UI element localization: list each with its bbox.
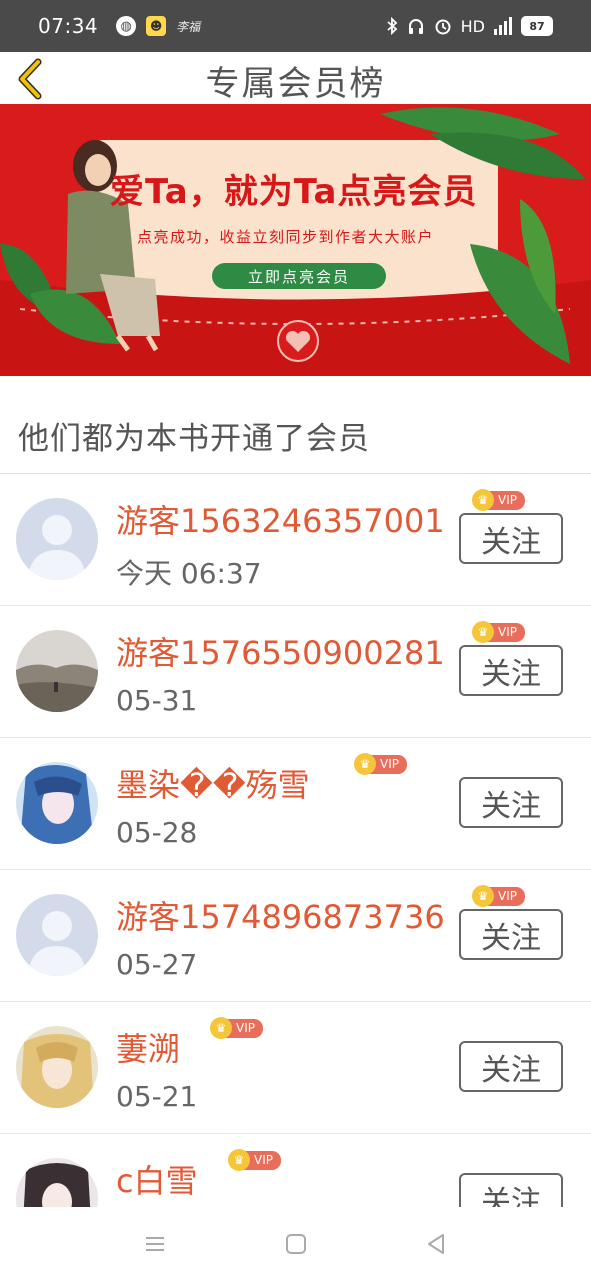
landscape-photo	[16, 630, 98, 712]
bluetooth-icon	[387, 17, 397, 35]
home-square-icon[interactable]	[283, 1231, 309, 1257]
activate-membership-button[interactable]: 立即点亮会员	[212, 263, 386, 289]
follow-button[interactable]: 关注	[459, 909, 563, 960]
avatar[interactable]	[16, 1026, 98, 1108]
status-bar: 07:34 ◍ ☻ 李福 HD 87	[0, 0, 591, 52]
avatar[interactable]	[16, 894, 98, 976]
avatar[interactable]	[16, 762, 98, 844]
member-list: 游客1563246357001 ♛ VIP 今天 06:37 关注 游客1576…	[0, 474, 591, 1266]
member-name-line: 萋溯	[116, 1024, 180, 1068]
hd-indicator: HD	[460, 16, 485, 36]
default-avatar-icon	[16, 894, 98, 976]
member-name-line: 游客1576550900281	[116, 628, 445, 672]
crown-icon: ♛	[354, 753, 376, 775]
member-row[interactable]: 墨染��殇雪 ♛ VIP 05-28 关注	[0, 738, 591, 870]
anime-blonde-hair	[16, 1026, 98, 1108]
member-row[interactable]: 游客1576550900281 ♛ VIP 05-31 关注	[0, 606, 591, 738]
status-time: 07:34	[38, 14, 99, 38]
promo-banner[interactable]: 爱Ta，就为Ta点亮会员 点亮成功，收益立刻同步到作者大大账户 立即点亮会员	[0, 104, 591, 376]
banner-title: 爱Ta，就为Ta点亮会员	[110, 172, 478, 212]
status-left-icons: ◍ ☻ 李福	[116, 16, 200, 36]
battery-level: 87	[529, 19, 545, 33]
anime-blue-hair	[16, 762, 98, 844]
page-title: 专属会员榜	[205, 64, 386, 104]
crown-icon: ♛	[228, 1149, 250, 1171]
headphones-icon	[408, 19, 423, 34]
crown-icon: ♛	[210, 1017, 232, 1039]
follow-button[interactable]: 关注	[459, 645, 563, 696]
member-name[interactable]: 萋溯	[116, 1024, 180, 1070]
alarm-icon	[435, 19, 451, 35]
member-row[interactable]: 游客1563246357001 ♛ VIP 今天 06:37 关注	[0, 474, 591, 606]
vip-badge: ♛ VIP	[210, 1017, 263, 1039]
vip-badge: ♛ VIP	[354, 753, 407, 775]
member-date: 05-28	[116, 816, 198, 849]
back-triangle-icon[interactable]	[423, 1231, 449, 1257]
default-avatar-icon	[16, 498, 98, 580]
crown-icon: ♛	[472, 885, 494, 907]
signal-icon	[494, 17, 512, 35]
member-date: 05-31	[116, 684, 198, 717]
member-name-line: c白雪	[116, 1156, 198, 1200]
member-row[interactable]: 萋溯 ♛ VIP 05-21 关注	[0, 1002, 591, 1134]
follow-button[interactable]: 关注	[459, 1041, 563, 1092]
follow-button[interactable]: 关注	[459, 777, 563, 828]
follow-button[interactable]: 关注	[459, 513, 563, 564]
member-name-line: 墨染��殇雪	[116, 760, 310, 804]
member-name[interactable]: 游客1563246357001	[116, 496, 445, 542]
member-name[interactable]: 游客1574896873736	[116, 892, 445, 938]
avatar[interactable]	[16, 498, 98, 580]
vip-badge: ♛ VIP	[472, 489, 525, 511]
member-name-line: 游客1563246357001	[116, 496, 445, 540]
menu-icon[interactable]	[142, 1231, 168, 1257]
member-date: 今天 06:37	[116, 557, 262, 590]
banner-subtitle: 点亮成功，收益立刻同步到作者大大账户	[137, 228, 435, 246]
battery-icon: 87	[521, 16, 553, 36]
vip-badge: ♛ VIP	[472, 885, 525, 907]
member-date: 05-27	[116, 948, 198, 981]
vip-badge: ♛ VIP	[472, 621, 525, 643]
section-title: 他们都为本书开通了会员	[18, 421, 370, 457]
member-date: 05-21	[116, 1080, 198, 1113]
member-name[interactable]: 墨染��殇雪	[116, 760, 310, 806]
avatar[interactable]	[16, 630, 98, 712]
vip-badge: ♛ VIP	[228, 1149, 281, 1171]
crown-icon: ♛	[472, 621, 494, 643]
app-header: 专属会员榜	[0, 52, 591, 104]
member-row[interactable]: 游客1574896873736 ♛ VIP 05-27 关注	[0, 870, 591, 1002]
status-right-icons: HD 87	[386, 16, 553, 36]
globe-icon: ◍	[116, 16, 137, 36]
member-name[interactable]: c白雪	[116, 1156, 198, 1202]
crown-icon: ♛	[472, 489, 494, 511]
qq-icon: ☻	[146, 16, 167, 36]
system-nav-bar	[0, 1207, 591, 1280]
member-name[interactable]: 游客1576550900281	[116, 628, 445, 674]
status-left-text: 李福	[176, 19, 201, 34]
member-name-line: 游客1574896873736	[116, 892, 445, 936]
